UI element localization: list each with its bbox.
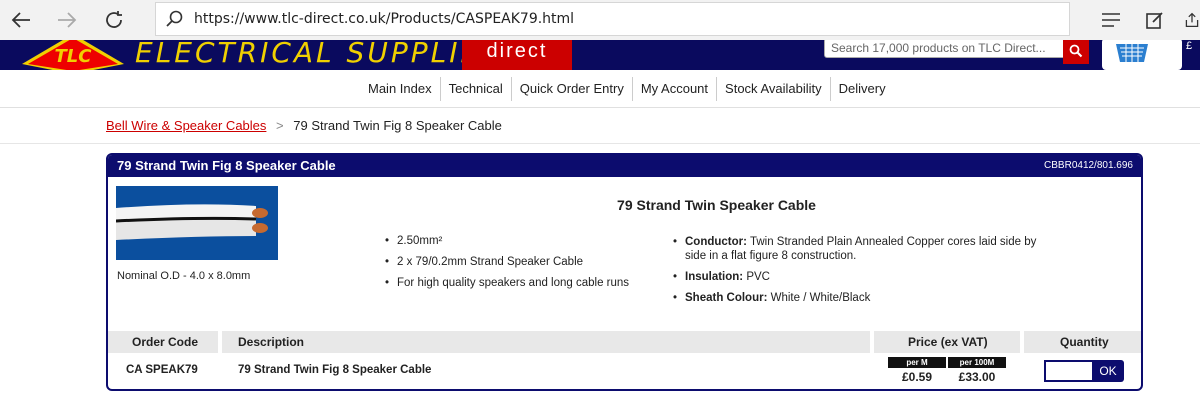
order-table-header: Order Code Description Price (ex VAT) Qu…: [108, 331, 1141, 353]
panel-title: 79 Strand Twin Fig 8 Speaker Cable: [117, 158, 336, 173]
share-icon[interactable]: [1184, 8, 1200, 32]
spec-list: Conductor: Twin Stranded Plain Annealed …: [673, 235, 1053, 312]
spec-value: PVC: [746, 271, 770, 283]
order-code: CA SPEAK79: [126, 364, 198, 376]
nav-delivery[interactable]: Delivery: [829, 77, 894, 101]
basket-icon: [1116, 44, 1148, 62]
spec-item: Insulation: PVC: [673, 270, 1053, 284]
basket-button[interactable]: [1102, 40, 1182, 70]
image-caption: Nominal O.D - 4.0 x 8.0mm: [117, 270, 251, 282]
feature-item: For high quality speakers and long cable…: [385, 277, 629, 289]
col-price: Price (ex VAT): [908, 335, 988, 349]
breadcrumb-parent-link[interactable]: Bell Wire & Speaker Cables: [106, 118, 266, 133]
breadcrumb-current: 79 Strand Twin Fig 8 Speaker Cable: [293, 118, 502, 133]
browser-toolbar: https://www.tlc-direct.co.uk/Products/CA…: [0, 0, 1200, 40]
nav-technical[interactable]: Technical: [439, 77, 511, 101]
product-panel: 79 Strand Twin Fig 8 Speaker Cable CBBR0…: [106, 153, 1143, 391]
nav-quick-order-entry[interactable]: Quick Order Entry: [510, 77, 632, 101]
forward-arrow-icon[interactable]: [52, 6, 82, 34]
price-value: £33.00: [958, 370, 996, 384]
tlc-logo[interactable]: TLC: [18, 40, 128, 70]
price-unit-label: per M: [888, 357, 946, 368]
feature-item: 2 x 79/0.2mm Strand Speaker Cable: [385, 256, 629, 268]
col-description: Description: [238, 335, 305, 349]
brand-name: ELECTRICAL SUPPLIES: [135, 40, 502, 69]
spec-item: Sheath Colour: White / White/Black: [673, 291, 1053, 305]
feature-item: 2.50mm²: [385, 235, 629, 247]
back-arrow-icon[interactable]: [6, 6, 36, 34]
quantity-input[interactable]: [1044, 360, 1092, 382]
magnifier-icon: [1069, 44, 1083, 58]
header-divider: [870, 331, 874, 353]
site-header: TLC ELECTRICAL SUPPLIES direct Search 17…: [0, 40, 1200, 70]
price-value: £0.59: [901, 370, 933, 384]
main-nav: Main Index Technical Quick Order Entry M…: [0, 70, 1200, 108]
spec-label: Conductor:: [685, 236, 747, 248]
product-title: 79 Strand Twin Speaker Cable: [617, 197, 816, 213]
add-to-basket-button[interactable]: OK: [1092, 360, 1124, 382]
spec-label: Sheath Colour:: [685, 292, 768, 304]
breadcrumb-separator: >: [276, 118, 284, 133]
feature-list: 2.50mm² 2 x 79/0.2mm Strand Speaker Cabl…: [385, 235, 629, 298]
order-row: CA SPEAK79 79 Strand Twin Fig 8 Speaker …: [108, 353, 1141, 389]
header-divider: [1020, 331, 1024, 353]
divider: [0, 143, 1200, 144]
col-quantity: Quantity: [1060, 335, 1109, 349]
address-bar[interactable]: https://www.tlc-direct.co.uk/Products/CA…: [155, 2, 1070, 36]
logo-text: TLC: [55, 46, 93, 67]
panel-header: 79 Strand Twin Fig 8 Speaker Cable CBBR0…: [108, 155, 1141, 177]
spec-label: Insulation:: [685, 271, 744, 283]
panel-code: CBBR0412/801.696: [1044, 160, 1133, 171]
breadcrumb: Bell Wire & Speaker Cables > 79 Strand T…: [106, 118, 502, 133]
spec-value: White / White/Black: [770, 292, 871, 304]
note-icon[interactable]: [1142, 8, 1168, 32]
price-unit-label: per 100M: [948, 357, 1006, 368]
nav-main-index[interactable]: Main Index: [360, 77, 440, 101]
col-order-code: Order Code: [132, 335, 199, 349]
basket-total: £: [1186, 40, 1193, 52]
refresh-icon[interactable]: [99, 6, 129, 34]
site-search-button[interactable]: [1063, 40, 1089, 64]
url-text: https://www.tlc-direct.co.uk/Products/CA…: [194, 11, 575, 27]
nav-my-account[interactable]: My Account: [631, 77, 716, 101]
brand-direct: direct: [462, 40, 572, 70]
order-description: 79 Strand Twin Fig 8 Speaker Cable: [238, 364, 432, 376]
spec-item: Conductor: Twin Stranded Plain Annealed …: [673, 235, 1053, 263]
hamburger-menu-icon[interactable]: [1098, 8, 1124, 32]
header-divider: [218, 331, 222, 353]
site-search-input[interactable]: Search 17,000 products on TLC Direct...: [824, 40, 1064, 58]
nav-stock-availability[interactable]: Stock Availability: [716, 77, 830, 101]
search-icon: [166, 10, 184, 33]
